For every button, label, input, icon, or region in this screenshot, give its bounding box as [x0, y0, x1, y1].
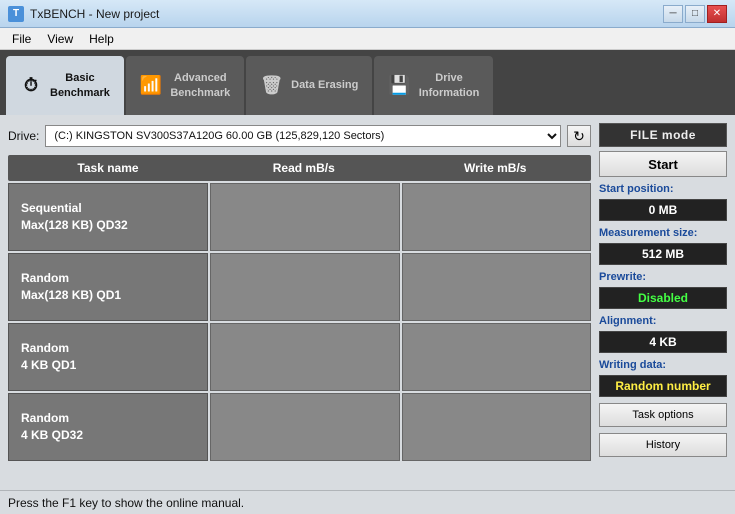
start-position-label: Start position:: [599, 183, 727, 195]
drive-select[interactable]: (C:) KINGSTON SV300S37A120G 60.00 GB (12…: [45, 125, 561, 147]
alignment-value: 4 KB: [599, 331, 727, 353]
task-name-random-4kb-qd1: Random4 KB QD1: [8, 323, 208, 391]
writing-data-label: Writing data:: [599, 359, 727, 371]
tab-info-label: DriveInformation: [419, 71, 480, 100]
writing-data-value: Random number: [599, 375, 727, 397]
task-write-random-4kb-qd32: [402, 393, 592, 461]
task-read-random-128kb: [210, 253, 400, 321]
drive-row: Drive: (C:) KINGSTON SV300S37A120G 60.00…: [8, 123, 591, 149]
measurement-size-value: 512 MB: [599, 243, 727, 265]
table-row: SequentialMax(128 KB) QD32: [8, 183, 591, 251]
table-row: RandomMax(128 KB) QD1: [8, 253, 591, 321]
task-write-random-128kb: [402, 253, 592, 321]
start-position-value: 0 MB: [599, 199, 727, 221]
main-content: Drive: (C:) KINGSTON SV300S37A120G 60.00…: [0, 115, 735, 490]
task-name-sequential: SequentialMax(128 KB) QD32: [8, 183, 208, 251]
task-table: Task name Read mB/s Write mB/s Sequentia…: [8, 155, 591, 482]
window-controls: ─ □ ✕: [663, 5, 727, 23]
alignment-label: Alignment:: [599, 315, 727, 327]
minimize-button[interactable]: ─: [663, 5, 683, 23]
drive-refresh-button[interactable]: ↻: [567, 125, 591, 147]
col-task-name: Task name: [8, 159, 208, 177]
titlebar: T TxBENCH - New project ─ □ ✕: [0, 0, 735, 28]
menubar: File View Help: [0, 28, 735, 50]
status-message: Press the F1 key to show the online manu…: [8, 496, 244, 510]
col-read: Read mB/s: [208, 159, 400, 177]
window-title: TxBENCH - New project: [30, 7, 663, 21]
task-options-button[interactable]: Task options: [599, 403, 727, 427]
left-panel: Drive: (C:) KINGSTON SV300S37A120G 60.00…: [8, 123, 591, 482]
table-row: Random4 KB QD1: [8, 323, 591, 391]
tab-advanced-label: AdvancedBenchmark: [170, 71, 230, 100]
tabbar: ⏱ BasicBenchmark 📶 AdvancedBenchmark 🗑 D…: [0, 50, 735, 115]
drive-information-icon: 💾: [388, 74, 410, 97]
prewrite-label: Prewrite:: [599, 271, 727, 283]
col-write: Write mB/s: [400, 159, 592, 177]
task-name-random-4kb-qd32: Random4 KB QD32: [8, 393, 208, 461]
drive-label: Drive:: [8, 129, 39, 143]
measurement-size-label: Measurement size:: [599, 227, 727, 239]
table-row: Random4 KB QD32: [8, 393, 591, 461]
prewrite-value: Disabled: [599, 287, 727, 309]
task-write-random-4kb-qd1: [402, 323, 592, 391]
close-button[interactable]: ✕: [707, 5, 727, 23]
task-read-random-4kb-qd1: [210, 323, 400, 391]
task-read-sequential: [210, 183, 400, 251]
basic-benchmark-icon: ⏱: [20, 74, 42, 97]
tab-drive-information[interactable]: 💾 DriveInformation: [374, 56, 493, 115]
tab-basic-label: BasicBenchmark: [50, 71, 110, 100]
statusbar: Press the F1 key to show the online manu…: [0, 490, 735, 514]
maximize-button[interactable]: □: [685, 5, 705, 23]
menu-file[interactable]: File: [4, 30, 39, 48]
task-read-random-4kb-qd32: [210, 393, 400, 461]
tab-erasing-label: Data Erasing: [291, 78, 358, 92]
menu-help[interactable]: Help: [81, 30, 122, 48]
file-mode-button[interactable]: FILE mode: [599, 123, 727, 147]
task-write-sequential: [402, 183, 592, 251]
start-button[interactable]: Start: [599, 151, 727, 177]
tab-advanced-benchmark[interactable]: 📶 AdvancedBenchmark: [126, 56, 244, 115]
menu-view[interactable]: View: [39, 30, 81, 48]
right-panel: FILE mode Start Start position: 0 MB Mea…: [599, 123, 727, 482]
tab-basic-benchmark[interactable]: ⏱ BasicBenchmark: [6, 56, 124, 115]
app-icon: T: [8, 6, 24, 22]
table-header: Task name Read mB/s Write mB/s: [8, 155, 591, 181]
advanced-benchmark-icon: 📶: [140, 74, 162, 97]
history-button[interactable]: History: [599, 433, 727, 457]
data-erasing-icon: 🗑: [260, 74, 283, 97]
task-name-random-128kb: RandomMax(128 KB) QD1: [8, 253, 208, 321]
tab-data-erasing[interactable]: 🗑 Data Erasing: [246, 56, 372, 115]
